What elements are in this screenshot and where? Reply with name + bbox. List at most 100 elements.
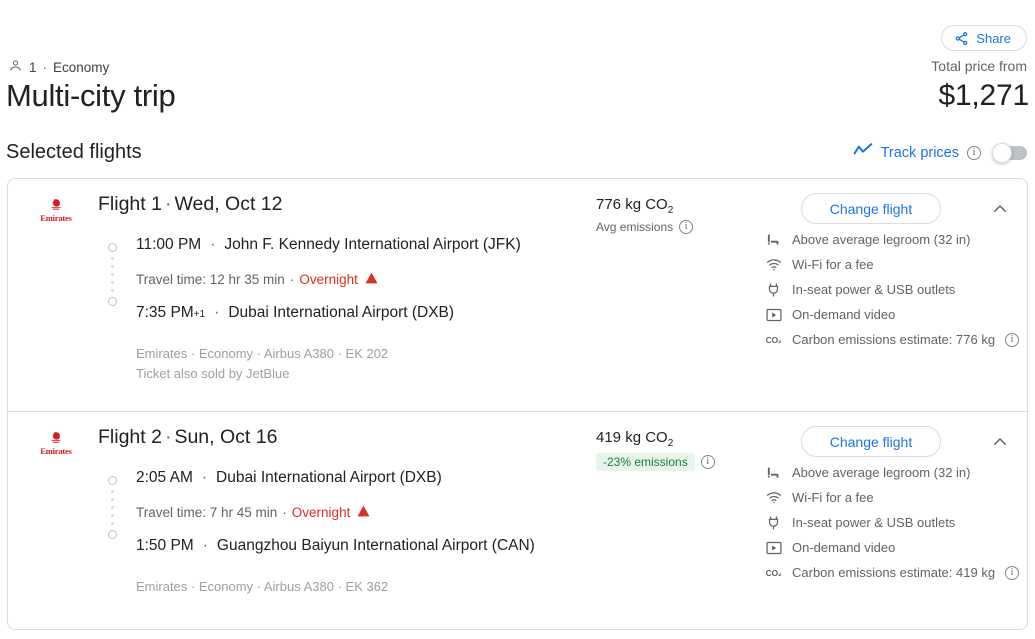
co2-icon: CO₂ [765, 567, 782, 578]
amenity-label: In-seat power & USB outlets [792, 282, 956, 297]
emissions-summary: 776 kg CO2 Avg emissions i [596, 196, 694, 234]
flight-leg-number: Flight 1 [98, 193, 162, 215]
video-icon [765, 306, 782, 323]
flight-meta: Emirates · Economy · Airbus A380 · EK 36… [136, 577, 535, 597]
change-flight-button[interactable]: Change flight [801, 426, 941, 457]
flight-meta: Emirates · Economy · Airbus A380 · EK 20… [136, 344, 521, 384]
travel-time: Travel time: 12 hr 35 min [136, 271, 285, 287]
arrival-airport: Dubai International Airport (DXB) [228, 303, 455, 321]
arrival-day-offset: +1 [193, 308, 206, 320]
timeline-end-dot [107, 530, 117, 539]
change-flight-button[interactable]: Change flight [801, 193, 941, 224]
amenity-item: Above average legroom (32 in) [765, 227, 1027, 252]
info-icon[interactable]: i [967, 145, 981, 160]
flight-leg: Emirates Flight 2 · Sun, Oct 16 419 kg CO2… [8, 411, 1027, 629]
travel-time-row: Travel time: 7 hr 45 min · Overnight [136, 505, 535, 520]
flight-leg-title: Flight 1 · Wed, Oct 12 [98, 193, 282, 216]
emissions-value: 776 kg CO2 [596, 196, 693, 216]
departure-airport: Dubai International Airport (DXB) [216, 469, 442, 486]
separator: · [42, 59, 48, 75]
emissions-note: Avg emissions [596, 220, 674, 234]
toggle-knob [992, 142, 1012, 163]
flight-leg: Emirates Flight 1 · Wed, Oct 12 776 kg CO2… [8, 179, 1027, 411]
info-icon[interactable]: i [1005, 332, 1020, 347]
amenities-list: Above average legroom (32 in) Wi-Fi for … [765, 460, 1027, 585]
flight-leg-date: Sun, Oct 16 [174, 426, 278, 448]
amenity-label: Above average legroom (32 in) [792, 465, 971, 480]
amenity-item: On-demand video [765, 302, 1027, 327]
emirates-logo: Emirates [30, 196, 82, 224]
itinerary: 11:00 PM · John F. Kennedy International A… [8, 232, 1027, 381]
amenity-label: On-demand video [792, 540, 896, 555]
emirates-logo: Emirates [30, 429, 82, 457]
separator: · [164, 426, 172, 448]
flight-summary-page: Share 1 · Economy Multi-city trip Total … [0, 0, 1035, 639]
info-icon[interactable]: i [1005, 565, 1020, 580]
legroom-icon [765, 231, 782, 248]
amenity-label: Wi-Fi for a fee [792, 490, 874, 505]
emissions-value: 419 kg CO2 [596, 429, 715, 449]
track-prices-label[interactable]: Track prices [881, 145, 959, 161]
departure-time: 2:05 AM [136, 469, 193, 486]
arrival-row: 7:35 PM +1 · Dubai International Airport (D… [136, 303, 455, 321]
emissions-summary: 419 kg CO2 -23% emissions i [596, 429, 715, 471]
passenger-count: 1 [29, 59, 37, 75]
total-price-label: Total price from [931, 58, 1027, 74]
chevron-up-icon[interactable] [988, 197, 1012, 221]
travel-time-row: Travel time: 12 hr 35 min · Overnight [136, 272, 521, 287]
itinerary-timeline [106, 243, 118, 306]
amenities-list: Above average legroom (32 in) Wi-Fi for … [765, 227, 1027, 352]
departure-time: 11:00 PM [136, 236, 202, 253]
flight-leg-title: Flight 2 · Sun, Oct 16 [98, 426, 277, 449]
trending-line-icon [853, 142, 873, 163]
itinerary-timeline [106, 476, 118, 539]
amenity-item: CO₂ Carbon emissions estimate: 419 kg i [765, 560, 1027, 585]
share-button[interactable]: Share [941, 25, 1027, 51]
amenity-label: On-demand video [792, 307, 896, 322]
emissions-subscript: 2 [667, 205, 674, 216]
info-icon[interactable]: i [700, 455, 715, 469]
timeline-end-dot [107, 297, 117, 306]
emissions-note-row: Avg emissions i [596, 220, 694, 234]
co2-icon: CO₂ [765, 334, 782, 345]
arrival-time: 1:50 PM [136, 536, 194, 554]
emissions-subscript: 2 [667, 438, 674, 449]
page-title: Multi-city trip [6, 78, 176, 113]
flight-meta-line: Emirates · Economy · Airbus A380 · EK 36… [136, 579, 389, 594]
selected-flights-card: Emirates Flight 1 · Wed, Oct 12 776 kg CO2… [7, 178, 1028, 630]
amenity-item: Wi-Fi for a fee [765, 252, 1027, 277]
wifi-icon [765, 256, 782, 273]
ticket-seller-line: Ticket also sold by JetBlue [136, 366, 290, 381]
selected-flights-heading: Selected flights [6, 141, 142, 163]
power-outlet-icon [765, 281, 782, 298]
cabin-class: Economy [53, 59, 110, 75]
emissions-amount: 776 kg CO [596, 196, 668, 213]
amenity-label: In-seat power & USB outlets [792, 515, 956, 530]
chevron-up-icon[interactable] [988, 430, 1012, 454]
emissions-badge: -23% emissions [596, 453, 695, 471]
amenity-label: Carbon emissions estimate: 776 kg [792, 332, 996, 347]
departure-row: 11:00 PM · John F. Kennedy International A… [136, 236, 521, 253]
flight-meta-line: Emirates · Economy · Airbus A380 · EK 20… [136, 346, 389, 361]
amenity-item: Above average legroom (32 in) [765, 460, 1027, 485]
separator: · [282, 504, 287, 520]
amenity-label: Above average legroom (32 in) [792, 232, 971, 247]
timeline-start-dot [107, 476, 117, 485]
amenity-item: In-seat power & USB outlets [765, 277, 1027, 302]
flight-leg-number: Flight 2 [98, 426, 162, 448]
itinerary: 2:05 AM · Dubai International Airport (DXB… [8, 465, 1027, 594]
person-icon [8, 58, 23, 76]
emirates-wordmark: Emirates [40, 212, 72, 223]
amenity-label: Wi-Fi for a fee [792, 257, 874, 272]
flight-leg-date: Wed, Oct 12 [174, 193, 283, 215]
warning-triangle-icon [365, 272, 378, 287]
passenger-cabin-summary: 1 · Economy [8, 58, 109, 76]
video-icon [765, 539, 782, 556]
info-icon[interactable]: i [679, 220, 694, 234]
timeline-start-dot [107, 243, 117, 252]
amenity-item: In-seat power & USB outlets [765, 510, 1027, 535]
emirates-wordmark: Emirates [40, 445, 72, 456]
warning-triangle-icon [357, 505, 370, 520]
track-prices-toggle[interactable] [992, 142, 1027, 163]
overnight-label: Overnight [299, 271, 358, 287]
